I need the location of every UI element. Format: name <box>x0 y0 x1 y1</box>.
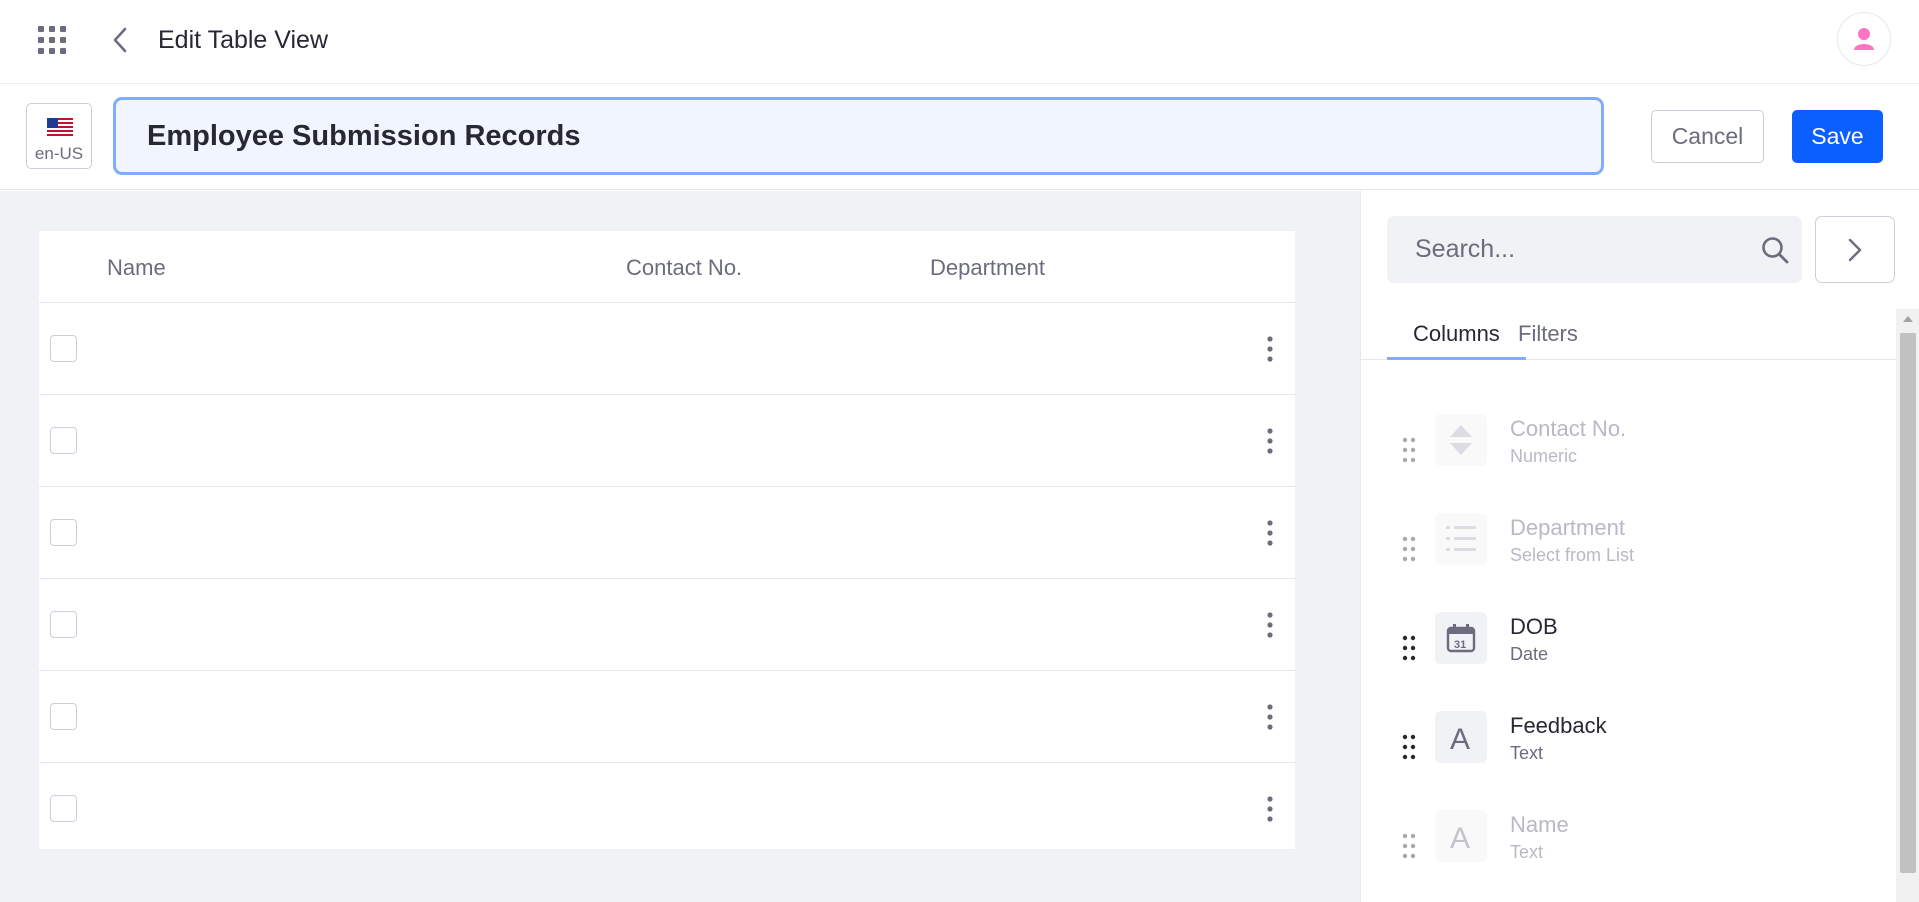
chevron-right-icon <box>1848 238 1862 261</box>
column-field-item[interactable]: 31 DOB Date <box>1401 612 1881 692</box>
svg-text:A: A <box>1450 822 1470 851</box>
column-field-item[interactable]: A Feedback Text <box>1401 711 1881 791</box>
table-preview-area: Name Contact No. Department <box>0 191 1360 902</box>
column-field-item[interactable]: A Name Text <box>1401 810 1881 890</box>
row-actions-kebab-icon[interactable] <box>1255 701 1285 733</box>
save-button[interactable]: Save <box>1792 110 1883 163</box>
field-type: Text <box>1510 743 1544 763</box>
row-actions-kebab-icon[interactable] <box>1255 333 1285 365</box>
table-row <box>39 579 1295 671</box>
collapse-sidebar-button[interactable] <box>1815 216 1895 283</box>
row-checkbox[interactable] <box>50 611 77 638</box>
column-field-item[interactable]: Contact No. Numeric <box>1401 414 1881 494</box>
us-flag-icon <box>47 118 73 136</box>
table-row <box>39 763 1295 855</box>
svg-text:A: A <box>1450 723 1470 752</box>
drag-handle-icon[interactable] <box>1401 733 1417 761</box>
field-type: Numeric <box>1510 446 1578 466</box>
calendar-icon: 31 <box>1435 612 1487 664</box>
table-row <box>39 303 1295 395</box>
row-checkbox[interactable] <box>50 335 77 362</box>
row-checkbox[interactable] <box>50 795 77 822</box>
fields-sidebar: Columns Filters Contact No. Numeric Depart… <box>1360 191 1919 902</box>
user-icon <box>1854 28 1874 50</box>
table-row <box>39 671 1295 763</box>
field-name: Name <box>1510 812 1569 837</box>
field-name: Contact No. <box>1510 416 1627 441</box>
field-name: Feedback <box>1510 713 1607 738</box>
field-type: Date <box>1510 644 1549 664</box>
row-checkbox[interactable] <box>50 703 77 730</box>
cancel-button[interactable]: Cancel <box>1651 110 1764 163</box>
table-row <box>39 395 1295 487</box>
back-chevron-icon[interactable] <box>106 24 134 56</box>
table-header: Name Contact No. Department <box>39 231 1295 303</box>
search-icon[interactable] <box>1761 236 1789 264</box>
sidebar-tabs: Columns Filters <box>1361 308 1896 360</box>
list-icon <box>1435 513 1487 565</box>
field-name: Department <box>1510 515 1625 540</box>
scroll-up-arrow-icon[interactable] <box>1896 309 1919 329</box>
top-bar: Edit Table View <box>0 0 1919 84</box>
search-input[interactable] <box>1387 216 1727 283</box>
drag-handle-icon[interactable] <box>1401 535 1417 563</box>
column-field-item[interactable]: Department Select from List <box>1401 513 1881 593</box>
row-actions-kebab-icon[interactable] <box>1255 609 1285 641</box>
row-checkbox[interactable] <box>50 519 77 546</box>
language-selector[interactable]: en-US <box>26 103 92 169</box>
table-preview: Name Contact No. Department <box>39 231 1295 849</box>
user-avatar[interactable] <box>1837 12 1891 66</box>
column-header-department[interactable]: Department <box>930 255 1045 281</box>
drag-handle-icon[interactable] <box>1401 832 1417 860</box>
numeric-icon <box>1435 414 1487 466</box>
field-name: DOB <box>1510 614 1558 639</box>
language-label: en-US <box>34 144 84 163</box>
row-actions-kebab-icon[interactable] <box>1255 517 1285 549</box>
row-actions-kebab-icon[interactable] <box>1255 793 1285 825</box>
column-header-name[interactable]: Name <box>107 255 166 281</box>
search-box <box>1387 216 1802 283</box>
view-name-input[interactable] <box>113 97 1604 175</box>
row-actions-kebab-icon[interactable] <box>1255 425 1285 457</box>
page-title: Edit Table View <box>158 26 329 54</box>
field-type: Text <box>1510 842 1544 862</box>
text-icon: A <box>1435 810 1487 862</box>
column-header-contact[interactable]: Contact No. <box>626 255 742 281</box>
scrollbar-thumb[interactable] <box>1900 333 1916 873</box>
title-bar: en-US Cancel Save <box>0 84 1919 190</box>
apps-grid-icon[interactable] <box>38 26 66 54</box>
tab-filters[interactable]: Filters <box>1492 308 1604 360</box>
drag-handle-icon[interactable] <box>1401 634 1417 662</box>
table-row <box>39 487 1295 579</box>
row-checkbox[interactable] <box>50 427 77 454</box>
text-icon: A <box>1435 711 1487 763</box>
drag-handle-icon[interactable] <box>1401 436 1417 464</box>
sidebar-scrollbar[interactable] <box>1896 309 1919 902</box>
field-type: Select from List <box>1510 545 1635 565</box>
svg-text:31: 31 <box>1454 639 1466 651</box>
